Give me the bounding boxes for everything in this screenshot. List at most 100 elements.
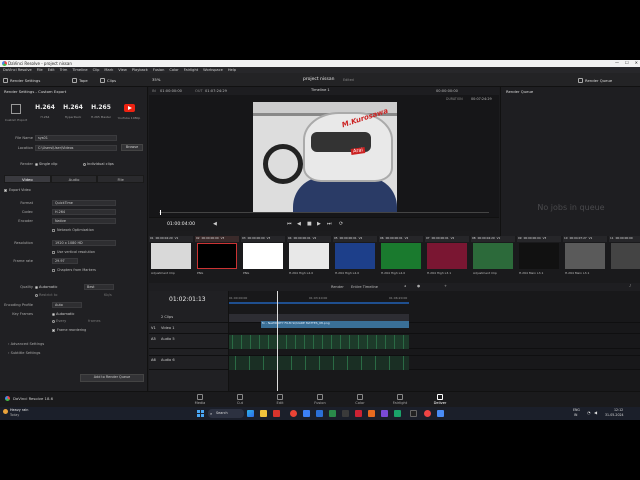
volume-icon[interactable]: ◀	[594, 410, 597, 415]
app-icon[interactable]	[355, 410, 362, 417]
word-icon[interactable]	[316, 410, 323, 417]
play-icon[interactable]: ▶	[317, 221, 321, 227]
language-line1[interactable]: ENG	[573, 408, 580, 412]
render-range-select[interactable]: Entire Timeline	[351, 285, 378, 289]
app-icon[interactable]	[394, 410, 401, 417]
audio-icon[interactable]: ♪	[629, 284, 631, 288]
quality-automatic-radio[interactable]: Automatic	[35, 285, 57, 289]
location-field[interactable]: C:\Users\User\Videos	[35, 145, 117, 151]
vertical-resolution-checkbox[interactable]: Use vertical resolution	[52, 250, 95, 254]
language-line2[interactable]: IN	[574, 413, 577, 417]
start-button[interactable]	[197, 410, 204, 417]
tab-audio[interactable]: Audio	[50, 175, 98, 183]
davinci-resolve-taskbar-icon[interactable]	[410, 410, 417, 417]
filename-field[interactable]: sys01	[35, 135, 117, 141]
chrome-icon[interactable]	[290, 410, 297, 417]
clip-thumbnail[interactable]: 11 00:00:00:00	[609, 236, 640, 283]
clip-thumbnail[interactable]: 07 00:00:00:01 V2 H.264 High L3.1	[425, 236, 469, 283]
menu-view[interactable]: View	[118, 68, 127, 72]
page-tab-cut[interactable]: Cut	[228, 394, 252, 405]
clip-thumbnail[interactable]: 03 00:00:00:00 V3 PNG	[241, 236, 285, 283]
export-video-checkbox[interactable]: Export Video	[4, 188, 31, 192]
volume-icon[interactable]: ◀	[213, 221, 217, 227]
restrict-to-radio[interactable]: Restrict to	[35, 293, 57, 297]
menu-fairlight[interactable]: Fairlight	[184, 68, 198, 72]
menu-color[interactable]: Color	[169, 68, 178, 72]
timeline-name[interactable]: Timeline 1	[311, 88, 330, 92]
clip-thumbnail[interactable]: 01 00:00:04:29 V1 Adjustment Clip	[149, 236, 193, 283]
edge-icon[interactable]	[247, 410, 254, 417]
format-select[interactable]: QuickTime	[52, 200, 116, 206]
tape-button[interactable]: Tape	[72, 76, 88, 84]
menu-trim[interactable]: Trim	[60, 68, 68, 72]
loop-icon[interactable]: ⟳	[339, 221, 343, 227]
menu-resolve[interactable]: DaVinci Resolve	[3, 68, 32, 72]
menu-fusion[interactable]: Fusion	[153, 68, 165, 72]
preset-h264[interactable]: H.264 H.264	[32, 102, 58, 124]
app-icon[interactable]	[424, 410, 431, 417]
render-settings-button[interactable]: Render Settings	[3, 76, 40, 84]
clip-thumbnail[interactable]: 04 00:00:00:01 V2 H.264 High L4.0	[287, 236, 331, 283]
minimize-button[interactable]: —	[615, 60, 619, 65]
clip-thumbnail[interactable]: 09 00:00:00:04 V3 H.264 Main L3.1	[517, 236, 561, 283]
app-icon[interactable]	[368, 410, 375, 417]
reverse-icon[interactable]: ◀	[297, 221, 301, 227]
encoder-select[interactable]: Native	[52, 218, 116, 224]
encoding-profile-select[interactable]: Auto	[52, 302, 82, 308]
stop-icon[interactable]: ■	[307, 221, 312, 227]
file-explorer-icon[interactable]	[260, 410, 267, 417]
clips-button[interactable]: Clips	[100, 76, 116, 84]
menu-timeline[interactable]: Timeline	[72, 68, 87, 72]
quality-select[interactable]: Best	[84, 284, 114, 290]
clip-thumbnail[interactable]: 06 00:00:00:01 V2 H.264 High L4.0	[379, 236, 423, 283]
clip-thumbnail[interactable]: 05 00:00:00:01 V2 H.264 High L4.0	[333, 236, 377, 283]
playhead[interactable]	[277, 291, 278, 391]
close-button[interactable]: ✕	[635, 60, 638, 65]
add-to-render-queue-button[interactable]: Add to Render Queue	[80, 374, 144, 382]
add-icon[interactable]: +	[444, 284, 447, 288]
network-optimization-checkbox[interactable]: Network Optimization	[52, 228, 94, 232]
menu-help[interactable]: Help	[228, 68, 236, 72]
page-tab-color[interactable]: Color	[348, 394, 372, 405]
app-icon[interactable]	[303, 410, 310, 417]
preset-hyperdeck[interactable]: H.264 HyperDeck	[60, 102, 86, 124]
jump-end-icon[interactable]: ⏭	[327, 221, 332, 227]
chapters-checkbox[interactable]: Chapters from Markers	[52, 268, 96, 272]
codec-select[interactable]: H.264	[52, 209, 116, 215]
clip-thumbnail[interactable]: 02 00:00:00:00 V3 PNG	[195, 236, 239, 283]
audio-clip-waveform[interactable]	[229, 356, 409, 370]
menu-mark[interactable]: Mark	[104, 68, 113, 72]
menu-clip[interactable]: Clip	[93, 68, 100, 72]
clock-date[interactable]: 31-05-2024	[605, 413, 624, 417]
maximize-button[interactable]: ☐	[625, 60, 629, 65]
single-clip-radio[interactable]: Single clip	[35, 162, 57, 166]
frame-reordering-checkbox[interactable]: Frame reordering	[52, 328, 86, 332]
preset-h265[interactable]: H.265 H.265 Master	[88, 102, 114, 124]
menu-workspace[interactable]: Workspace	[203, 68, 223, 72]
preset-custom-export[interactable]: Custom Export	[3, 102, 29, 124]
clip-thumbnail[interactable]: 08 00:00:04:29 V1 Adjustment Clip	[471, 236, 515, 283]
subtitle-settings-toggle[interactable]: › Subtitle Settings	[8, 351, 40, 355]
menu-edit[interactable]: Edit	[48, 68, 55, 72]
page-tab-media[interactable]: Media	[188, 394, 212, 405]
zoom-level[interactable]: 35%	[152, 77, 160, 82]
menu-file[interactable]: File	[37, 68, 43, 72]
browse-button[interactable]: Browse	[121, 144, 143, 151]
page-tab-edit[interactable]: Edit	[268, 394, 292, 405]
kf-automatic-radio[interactable]: Automatic	[52, 312, 74, 316]
in-point-icon[interactable]: ◂	[404, 284, 406, 288]
app-icon[interactable]	[437, 410, 444, 417]
clip-thumbnail[interactable]: 10 00:04:07:27 V1 H.264 Main L3.1	[563, 236, 607, 283]
frame-rate-select[interactable]: 29.97	[52, 258, 78, 264]
tab-file[interactable]: File	[97, 175, 145, 183]
page-tab-deliver[interactable]: Deliver	[428, 394, 452, 405]
search-box[interactable]: ⌕ Search	[208, 409, 244, 418]
individual-clips-radio[interactable]: Individual clips	[83, 162, 114, 166]
render-range-bar[interactable]	[229, 302, 409, 304]
scrubber-bar[interactable]	[159, 212, 489, 213]
clock-time[interactable]: 12:12	[614, 408, 623, 412]
page-tab-fusion[interactable]: Fusion	[308, 394, 332, 405]
app-icon[interactable]	[381, 410, 388, 417]
tab-video[interactable]: Video	[4, 175, 51, 183]
marker-icon[interactable]: ●	[417, 284, 420, 288]
